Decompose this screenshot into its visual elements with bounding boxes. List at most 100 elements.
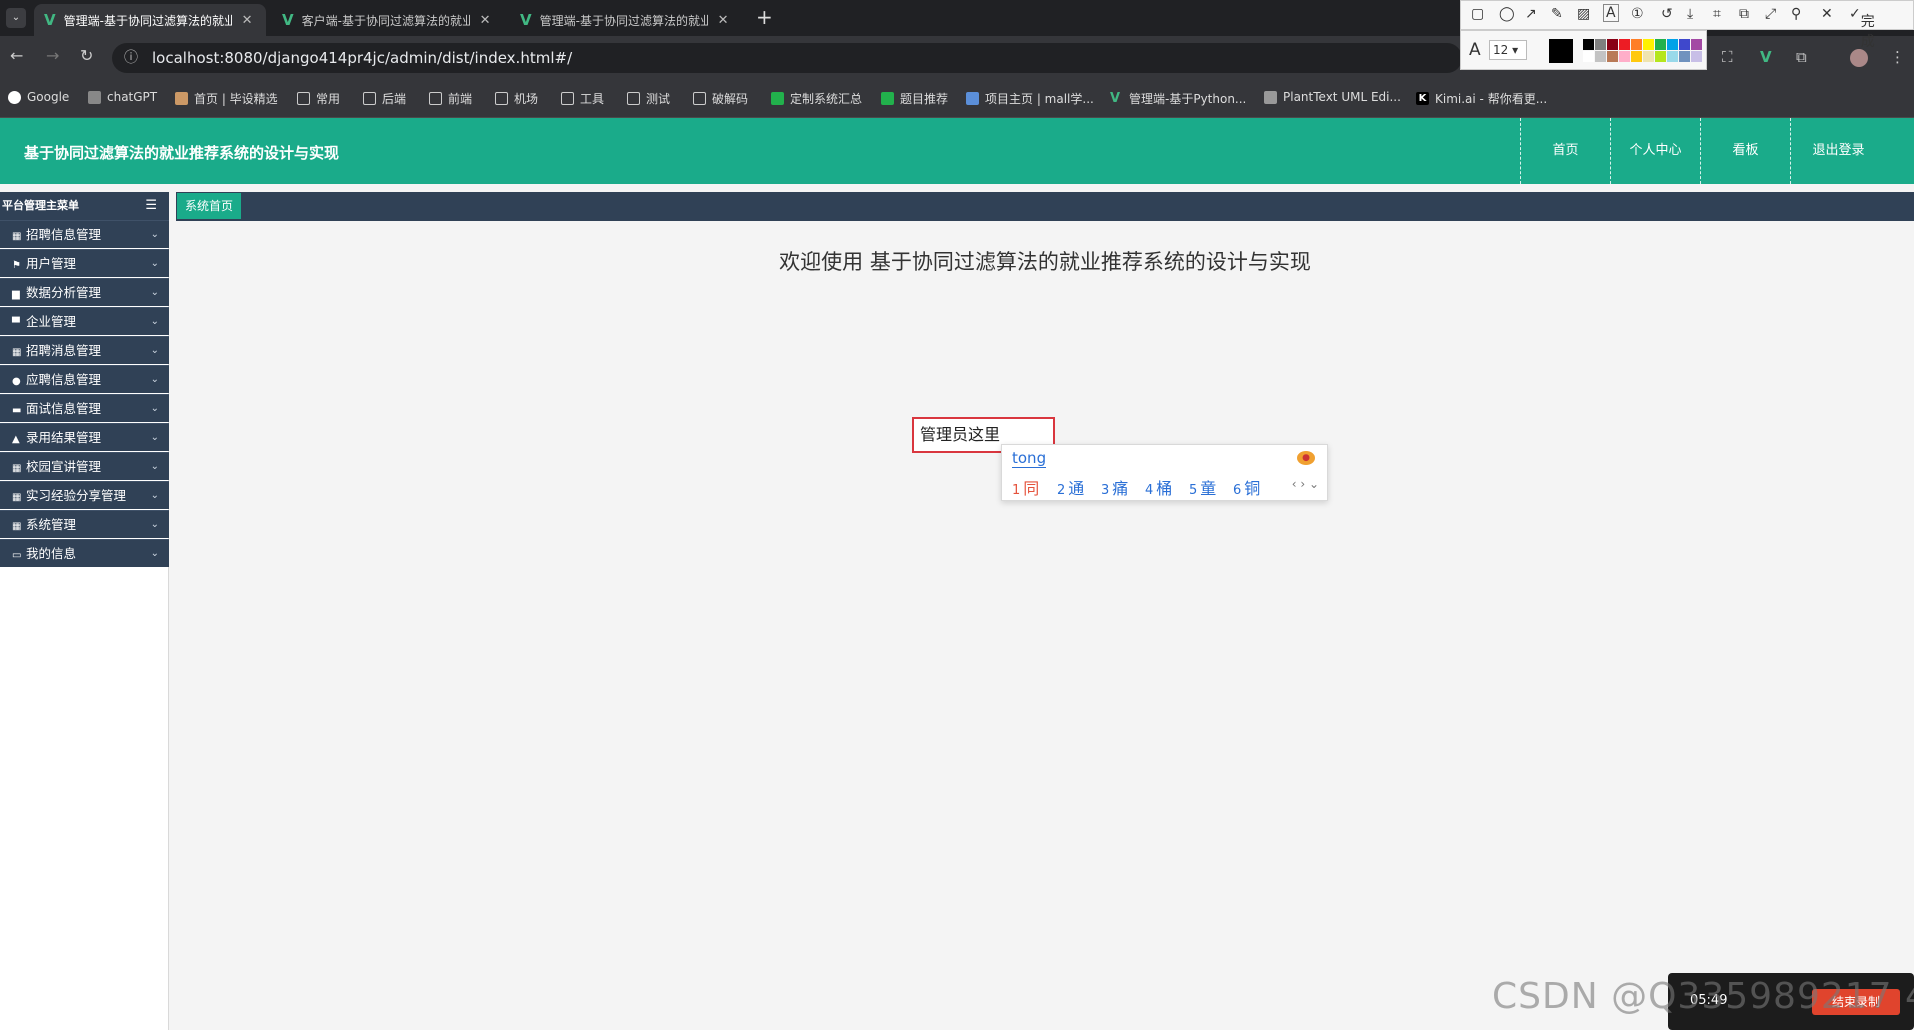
extension-icon[interactable]: ⛶ <box>1722 48 1733 66</box>
color-swatch[interactable] <box>1631 51 1642 62</box>
sidebar-menu-item[interactable]: ⚑ 用户管理 ⌄ <box>0 249 169 277</box>
color-swatch[interactable] <box>1619 39 1630 50</box>
chevron-down-icon: ⌄ <box>150 345 159 356</box>
reload-icon[interactable]: ↻ <box>80 46 93 65</box>
text-tool-icon[interactable]: A <box>1603 4 1619 22</box>
nav-home[interactable]: 首页 <box>1520 118 1610 184</box>
color-swatch[interactable] <box>1691 51 1702 62</box>
color-swatch[interactable] <box>1655 39 1666 50</box>
bookmark[interactable]: 定制系统汇总 <box>771 90 862 107</box>
bookmark[interactable]: 首页 | 毕设精选 <box>175 90 278 107</box>
ime-candidate[interactable]: 1同 <box>1012 475 1039 499</box>
ime-candidate[interactable]: 2通 <box>1057 475 1084 499</box>
color-swatch[interactable] <box>1607 39 1618 50</box>
sidebar-menu-item[interactable]: ▦ 招聘消息管理 ⌄ <box>0 336 169 364</box>
bookmark[interactable]: Google <box>8 90 69 104</box>
bookmark[interactable]: V 管理端-基于Python... <box>1110 90 1246 107</box>
collapse-menu-icon[interactable]: ☰ <box>145 192 157 220</box>
color-swatch[interactable] <box>1631 39 1642 50</box>
close-icon[interactable]: ✕ <box>718 13 729 28</box>
chevron-down-icon: ⌄ <box>150 374 159 385</box>
sidebar-menu-item[interactable]: ▦ 实习经验分享管理 ⌄ <box>0 481 169 509</box>
vue-devtools-icon[interactable]: V <box>1760 48 1772 66</box>
sidebar-menu-item[interactable]: ▦ 校园宣讲管理 ⌄ <box>0 452 169 480</box>
rectangle-icon[interactable]: ▢ <box>1471 6 1484 22</box>
ime-candidate[interactable]: 4桶 <box>1145 475 1172 499</box>
sidebar-menu-item[interactable]: ▭ 我的信息 ⌄ <box>0 539 169 567</box>
color-swatch[interactable] <box>1679 39 1690 50</box>
ime-candidate[interactable]: 3痛 <box>1101 475 1128 499</box>
color-swatch[interactable] <box>1667 39 1678 50</box>
color-swatch[interactable] <box>1595 39 1606 50</box>
close-icon[interactable]: ✕ <box>480 13 491 28</box>
browser-tab-3[interactable]: V 管理端-基于协同过滤算法的就业推荐系统的设计与实现 ✕ <box>510 4 742 36</box>
mosaic-icon[interactable]: ▨ <box>1577 6 1590 22</box>
ime-logo-icon[interactable]: ● <box>1297 451 1315 465</box>
csdn-watermark: CSDN @Q335989217 4 <box>1492 976 1914 1017</box>
ime-candidate[interactable]: 5童 <box>1189 475 1216 499</box>
close-icon[interactable]: ✕ <box>242 13 253 28</box>
color-swatch[interactable] <box>1607 51 1618 62</box>
bookmark[interactable]: 项目主页 | mall学... <box>966 90 1094 107</box>
color-swatch[interactable] <box>1691 39 1702 50</box>
nav-dashboard[interactable]: 看板 <box>1700 118 1790 184</box>
color-swatch[interactable] <box>1619 51 1630 62</box>
browser-tab-1[interactable]: V 管理端-基于协同过滤算法的就业推荐系统的设计与实现 ✕ <box>34 4 266 36</box>
scan-icon[interactable]: ⌗ <box>1713 6 1721 22</box>
bookmark-folder[interactable]: 后端 <box>363 90 406 107</box>
address-bar[interactable]: ⓘ localhost:8080/django414pr4jc/admin/di… <box>112 43 1462 73</box>
arrow-icon[interactable]: ↗ <box>1525 6 1537 22</box>
color-swatch[interactable] <box>1679 51 1690 62</box>
color-swatch[interactable] <box>1643 51 1654 62</box>
undo-icon[interactable]: ↺ <box>1661 6 1673 22</box>
current-color-swatch[interactable] <box>1549 39 1573 63</box>
sidebar-menu-item[interactable]: ▲ 录用结果管理 ⌄ <box>0 423 169 451</box>
bookmark-folder[interactable]: 测试 <box>627 90 670 107</box>
bookmark[interactable]: K Kimi.ai - 帮你看更... <box>1416 90 1547 107</box>
sidebar-menu-item[interactable]: ▬ 面试信息管理 ⌄ <box>0 394 169 422</box>
color-swatch[interactable] <box>1583 39 1594 50</box>
back-icon[interactable]: ← <box>10 46 23 65</box>
bookmark[interactable]: chatGPT <box>88 90 157 104</box>
sidebar-menu-item[interactable]: ● 应聘信息管理 ⌄ <box>0 365 169 393</box>
sidebar-menu-item[interactable]: ▦ 招聘信息管理 ⌄ <box>0 220 169 248</box>
ime-next-page-icon[interactable]: ‹ › ⌄ <box>1292 477 1319 491</box>
menu-icon[interactable]: ⋮ <box>1890 48 1905 66</box>
expand-icon[interactable]: ⤢ <box>1765 6 1776 22</box>
bookmark-folder[interactable]: 常用 <box>297 90 340 107</box>
pin-icon[interactable]: ⚲ <box>1791 6 1801 22</box>
bookmark[interactable]: PlantText UML Edi... <box>1264 90 1401 104</box>
download-icon[interactable]: ⤓ <box>1687 6 1693 22</box>
cancel-icon[interactable]: ✕ <box>1821 6 1833 22</box>
sidebar-menu-item[interactable]: ▀ 企业管理 ⌄ <box>0 307 169 335</box>
font-size-select[interactable]: 12 ▾ <box>1489 40 1527 60</box>
sidebar-menu-item[interactable]: ▦ 系统管理 ⌄ <box>0 510 169 538</box>
color-swatch[interactable] <box>1667 51 1678 62</box>
tab-search-dropdown[interactable]: ⌄ <box>6 8 26 28</box>
ellipse-icon[interactable]: ◯ <box>1499 6 1515 22</box>
bookmark-folder[interactable]: 前端 <box>429 90 472 107</box>
nav-logout[interactable]: 退出登录 <box>1790 118 1886 184</box>
color-swatch[interactable] <box>1595 51 1606 62</box>
done-button[interactable]: ✓ 完成 <box>1849 6 1875 50</box>
color-swatch[interactable] <box>1655 51 1666 62</box>
translate-icon[interactable]: ⧉ <box>1739 6 1749 22</box>
bookmark-folder[interactable]: 工具 <box>561 90 604 107</box>
bookmark[interactable]: 题目推荐 <box>881 90 948 107</box>
forward-icon[interactable]: → <box>46 46 59 65</box>
bookmark-folder[interactable]: 机场 <box>495 90 538 107</box>
browser-tab-2[interactable]: V 客户端-基于协同过滤算法的就业推荐系统的设计与实现 ✕ <box>272 4 504 36</box>
avatar[interactable] <box>1850 49 1868 67</box>
tab-home[interactable]: 系统首页 <box>177 193 242 219</box>
sidebar-menu-item[interactable]: ▆ 数据分析管理 ⌄ <box>0 278 169 306</box>
color-swatch[interactable] <box>1583 51 1594 62</box>
site-info-icon[interactable]: ⓘ <box>124 43 138 73</box>
color-swatch[interactable] <box>1643 39 1654 50</box>
bookmark-folder[interactable]: 破解码 <box>693 90 748 107</box>
new-tab-button[interactable]: + <box>756 5 773 29</box>
puzzle-icon[interactable]: ⧉ <box>1796 48 1807 66</box>
number-icon[interactable]: ① <box>1631 6 1644 22</box>
ime-candidate[interactable]: 6铜 <box>1233 475 1260 499</box>
pen-icon[interactable]: ✎ <box>1551 6 1563 22</box>
nav-profile[interactable]: 个人中心 <box>1610 118 1700 184</box>
